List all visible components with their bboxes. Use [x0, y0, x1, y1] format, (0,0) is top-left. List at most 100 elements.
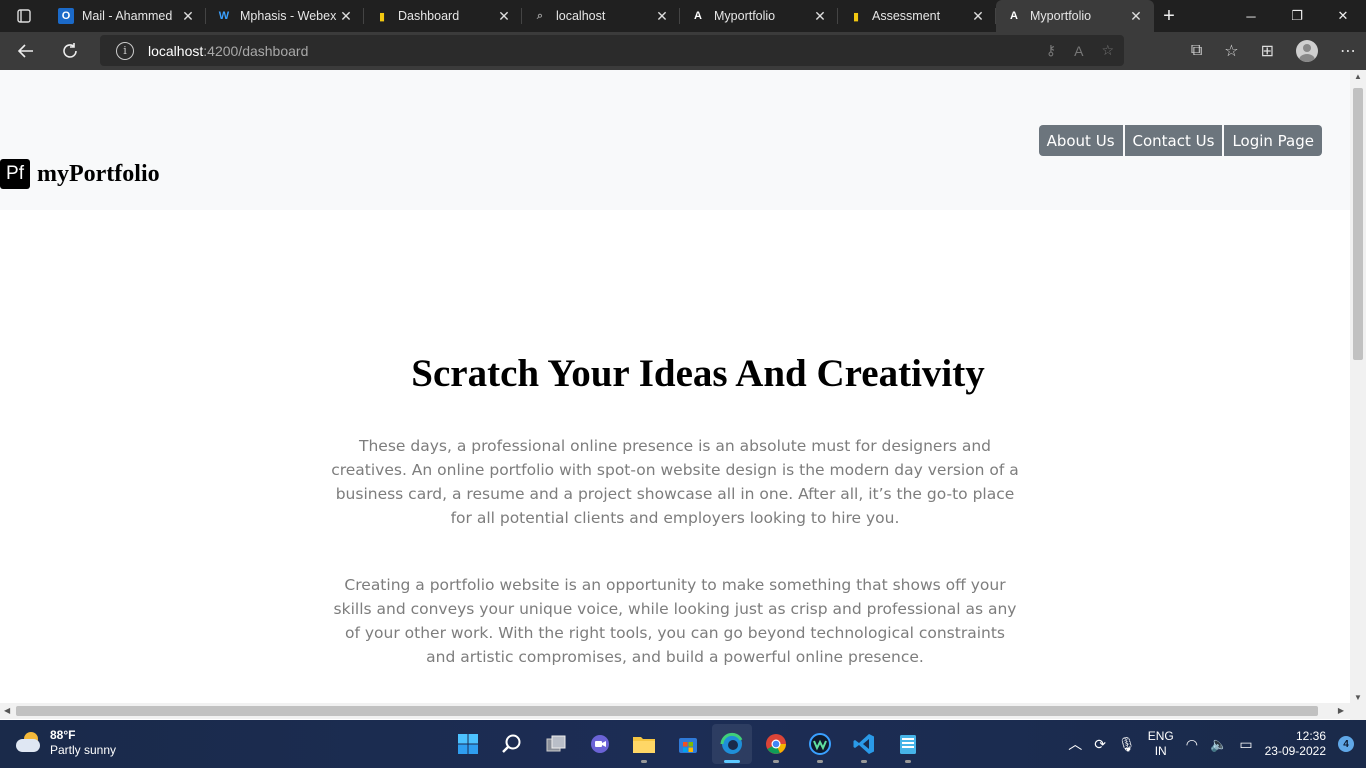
scroll-left-icon[interactable]: ◀	[4, 706, 10, 715]
extensions-icon[interactable]: ⧉	[1191, 42, 1202, 60]
weather-widget[interactable]: 88°F Partly sunny	[14, 728, 116, 758]
chat-icon	[591, 735, 609, 753]
scroll-right-icon[interactable]: ▶	[1338, 706, 1344, 715]
battery-icon[interactable]: ▭	[1239, 736, 1252, 753]
brand[interactable]: Pf myPortfolio	[0, 159, 160, 189]
language-indicator[interactable]: ENG IN	[1148, 729, 1174, 759]
browser-tab[interactable]: A Myportfolio ✕	[680, 0, 838, 32]
vertical-scrollbar[interactable]: ▲ ▼	[1350, 70, 1366, 720]
read-aloud-icon[interactable]: A	[1074, 43, 1083, 59]
sync-icon[interactable]: ⟳	[1094, 736, 1106, 753]
collections-icon[interactable]: ⊞	[1261, 41, 1274, 61]
notepad-icon	[900, 735, 916, 754]
task-view-button[interactable]	[536, 724, 576, 764]
file-explorer-button[interactable]	[624, 724, 664, 764]
search-button[interactable]	[492, 724, 532, 764]
browser-tab[interactable]: O Mail - Ahammed ✕	[48, 0, 206, 32]
wifi-icon[interactable]: ◠	[1186, 736, 1198, 753]
address-bar[interactable]: i localhost:4200/dashboard ⚷ A ☆	[100, 35, 1124, 66]
address-host: localhost	[148, 42, 204, 59]
page-icon: ⌕	[536, 9, 544, 22]
key-icon[interactable]: ⚷	[1046, 42, 1056, 59]
browser-tab[interactable]: W Mphasis - Webex ✕	[206, 0, 364, 32]
page-viewport: Pf myPortfolio About Us Contact Us Login…	[0, 70, 1366, 720]
folder-icon	[633, 737, 655, 753]
notepad-button[interactable]	[888, 724, 928, 764]
horizontal-scroll-thumb[interactable]	[16, 706, 1318, 716]
vscode-button[interactable]	[844, 724, 884, 764]
tab-title: Myportfolio	[1030, 9, 1092, 23]
scroll-up-icon[interactable]: ▲	[1354, 72, 1362, 81]
edge-icon	[720, 732, 743, 754]
volume-icon[interactable]: 🔈	[1210, 736, 1227, 753]
start-button[interactable]	[448, 724, 488, 764]
outlook-icon: O	[58, 8, 74, 24]
add-favorite-icon[interactable]: ☆	[1101, 42, 1114, 59]
refresh-icon	[63, 43, 77, 58]
vscode-icon	[853, 734, 874, 754]
new-tab-button[interactable]: +	[1154, 0, 1184, 32]
tab-close-icon[interactable]: ✕	[654, 8, 670, 25]
tab-close-icon[interactable]: ✕	[496, 8, 512, 25]
notification-badge[interactable]: 4	[1338, 736, 1354, 752]
search-icon	[502, 734, 521, 753]
edge-button[interactable]	[712, 724, 752, 764]
mic-muted-icon[interactable]: 🎙	[1118, 736, 1136, 753]
tab-title: Mphasis - Webex	[240, 9, 337, 23]
store-icon	[679, 738, 697, 753]
clock[interactable]: 12:36 23-09-2022	[1265, 729, 1326, 759]
profile-avatar[interactable]	[1296, 40, 1318, 62]
tab-title: localhost	[556, 9, 606, 23]
lang-top: ENG	[1147, 729, 1174, 743]
intro-paragraph: These days, a professional online presen…	[331, 437, 1019, 527]
nav-about-us-button[interactable]: About Us	[1038, 125, 1123, 156]
minimize-button[interactable]: ─	[1228, 0, 1274, 32]
chrome-button[interactable]	[756, 724, 796, 764]
webex-icon: W	[218, 10, 230, 22]
partly-sunny-icon	[14, 732, 44, 754]
webex-icon	[809, 733, 831, 755]
tab-close-icon[interactable]: ✕	[1128, 8, 1144, 25]
nav-links: About Us Contact Us Login Page	[1038, 125, 1322, 156]
clock-date: 23-09-2022	[1264, 744, 1326, 758]
hero-title: Scratch Your Ideas And Creativity	[411, 352, 985, 395]
browser-toolbar: i localhost:4200/dashboard ⚷ A ☆ ⧉ ☆ ⊞ ⋯	[0, 32, 1366, 70]
nav-contact-us-button[interactable]: Contact Us	[1124, 125, 1223, 156]
webex-button[interactable]	[800, 724, 840, 764]
tab-close-icon[interactable]: ✕	[338, 8, 354, 25]
windows-logo-icon	[458, 734, 478, 754]
tab-title: Dashboard	[398, 9, 460, 23]
tab-close-icon[interactable]: ✕	[970, 8, 986, 25]
back-button[interactable]	[6, 35, 46, 67]
tab-title: Assessment	[872, 9, 941, 23]
teams-chat-button[interactable]	[580, 724, 620, 764]
close-window-button[interactable]: ✕	[1320, 0, 1366, 32]
tab-close-icon[interactable]: ✕	[180, 8, 196, 25]
more-menu-icon[interactable]: ⋯	[1340, 41, 1356, 61]
tab-actions-icon	[17, 9, 31, 23]
powerbi-icon: ▮	[852, 10, 860, 23]
tab-close-icon[interactable]: ✕	[812, 8, 828, 25]
scroll-down-icon[interactable]: ▼	[1354, 693, 1362, 702]
lang-bottom: IN	[1154, 744, 1167, 758]
second-paragraph: Creating a portfolio website is an oppor…	[333, 576, 1017, 666]
browser-tab[interactable]: ▮ Dashboard ✕	[364, 0, 522, 32]
refresh-button[interactable]	[50, 35, 90, 67]
browser-tab[interactable]: ▮ Assessment ✕	[838, 0, 996, 32]
restore-button[interactable]: ❐	[1274, 0, 1320, 32]
windows-taskbar: 88°F Partly sunny ︿ ⟳ 🎙 ENG IN ◠ 🔈 ▭ 12:…	[0, 720, 1366, 768]
browser-tab[interactable]: ⌕ localhost ✕	[522, 0, 680, 32]
tab-actions-button[interactable]	[0, 0, 48, 32]
nav-login-page-button[interactable]: Login Page	[1224, 125, 1322, 156]
clock-time: 12:36	[1295, 729, 1326, 743]
vertical-scroll-thumb[interactable]	[1353, 88, 1363, 360]
task-view-icon	[546, 735, 566, 752]
address-path: :4200/dashboard	[203, 42, 309, 59]
favorites-icon[interactable]: ☆	[1224, 41, 1238, 61]
horizontal-scrollbar[interactable]: ◀ ▶	[0, 703, 1350, 719]
store-button[interactable]	[668, 724, 708, 764]
show-hidden-icons[interactable]: ︿	[1068, 734, 1082, 754]
powerbi-icon: ▮	[378, 10, 386, 23]
site-info-icon[interactable]: i	[116, 41, 134, 60]
browser-tab[interactable]: A Myportfolio ✕	[996, 0, 1154, 32]
